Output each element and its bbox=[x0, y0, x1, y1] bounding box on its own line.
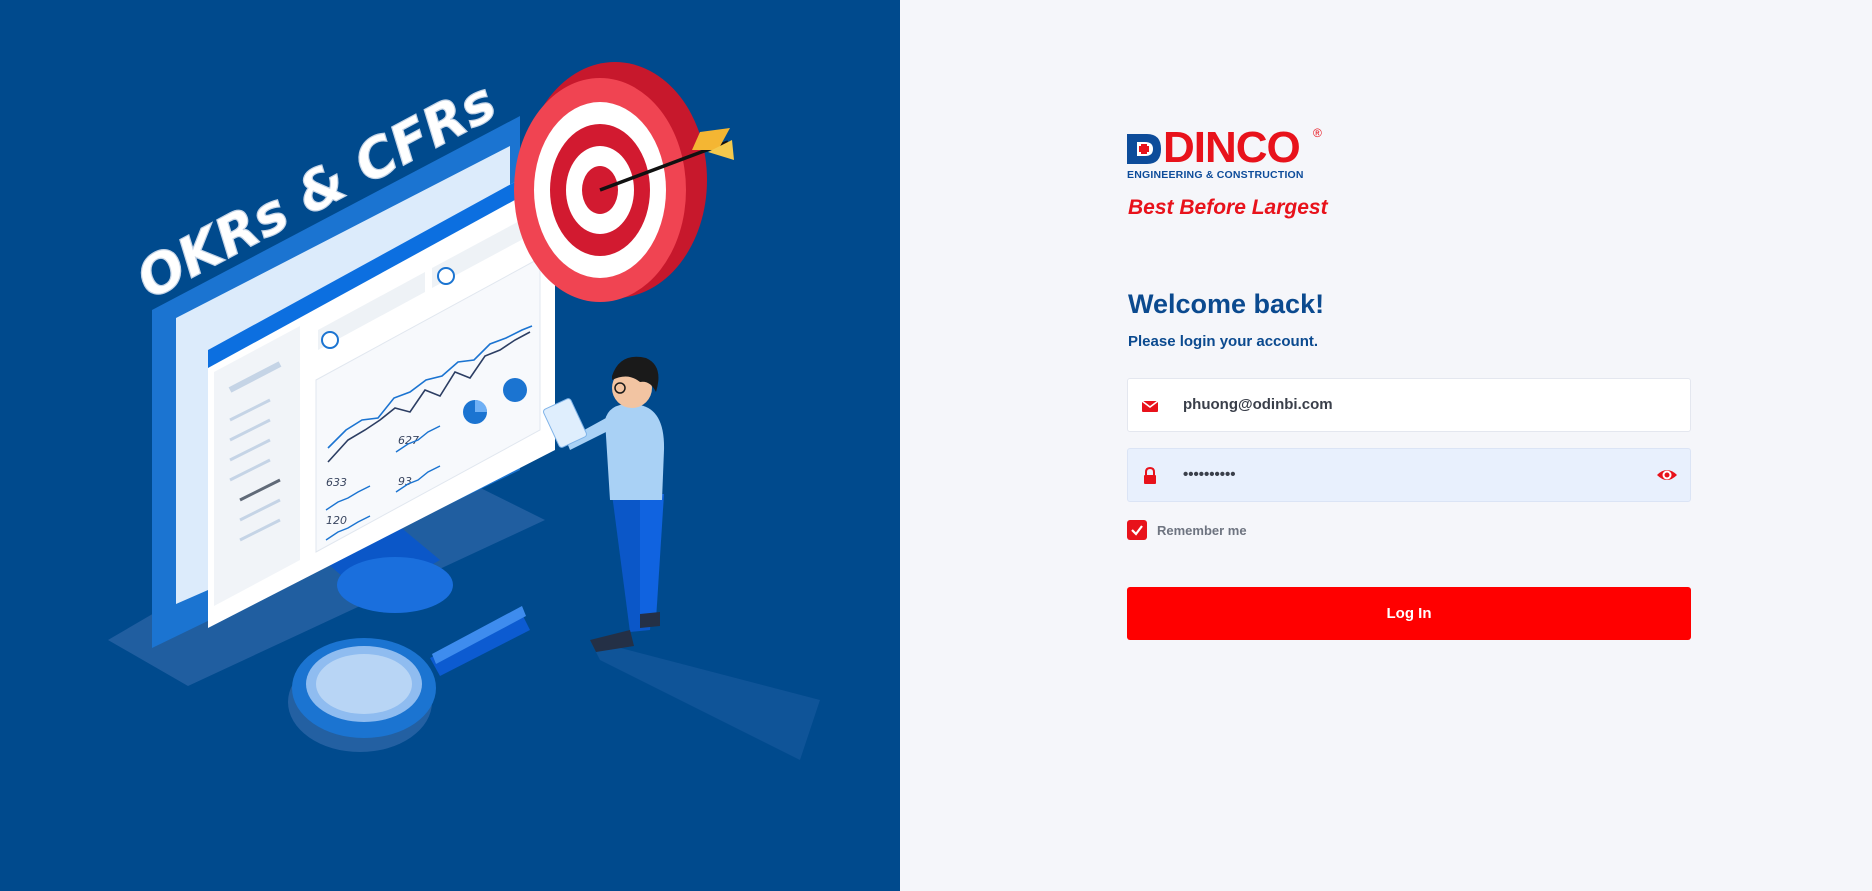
registered-mark: ® bbox=[1313, 126, 1322, 140]
lock-icon bbox=[1144, 466, 1156, 484]
check-icon bbox=[1131, 525, 1143, 536]
monitor-base bbox=[337, 557, 453, 613]
email-field[interactable] bbox=[1127, 378, 1691, 432]
dinco-mark-icon bbox=[1127, 134, 1161, 164]
chart-label-633: 633 bbox=[326, 476, 347, 489]
login-button[interactable]: Log In bbox=[1127, 587, 1691, 640]
chart-label-120: 120 bbox=[326, 514, 347, 527]
target-icon bbox=[514, 62, 734, 302]
brand-subtitle: ENGINEERING & CONSTRUCTION bbox=[1127, 169, 1304, 181]
remember-checkbox[interactable] bbox=[1127, 520, 1147, 540]
okr-illustration: 633 627 93 120 OKRs & CFRs bbox=[108, 62, 820, 760]
person-figure bbox=[543, 356, 665, 652]
brand-name: DINCO bbox=[1163, 123, 1301, 172]
brand-tagline: Best Before Largest bbox=[1128, 196, 1328, 219]
login-panel bbox=[900, 0, 1872, 891]
person-shadow bbox=[590, 640, 820, 760]
magnifier-icon bbox=[288, 606, 530, 752]
password-field[interactable] bbox=[1127, 448, 1691, 502]
eye-icon[interactable] bbox=[1656, 464, 1678, 486]
login-subtitle: Please login your account. bbox=[1128, 333, 1319, 350]
login-title: Welcome back! bbox=[1128, 289, 1325, 319]
password-input[interactable] bbox=[1183, 449, 1623, 501]
brand-logo: DINCO ® ENGINEERING & CONSTRUCTION bbox=[1127, 126, 1347, 186]
remember-me[interactable]: Remember me bbox=[1127, 520, 1247, 540]
remember-label: Remember me bbox=[1157, 522, 1247, 538]
envelope-icon bbox=[1141, 400, 1159, 412]
hero-illustration: 633 627 93 120 OKRs & CFRs bbox=[0, 0, 900, 891]
email-input[interactable] bbox=[1183, 379, 1623, 431]
